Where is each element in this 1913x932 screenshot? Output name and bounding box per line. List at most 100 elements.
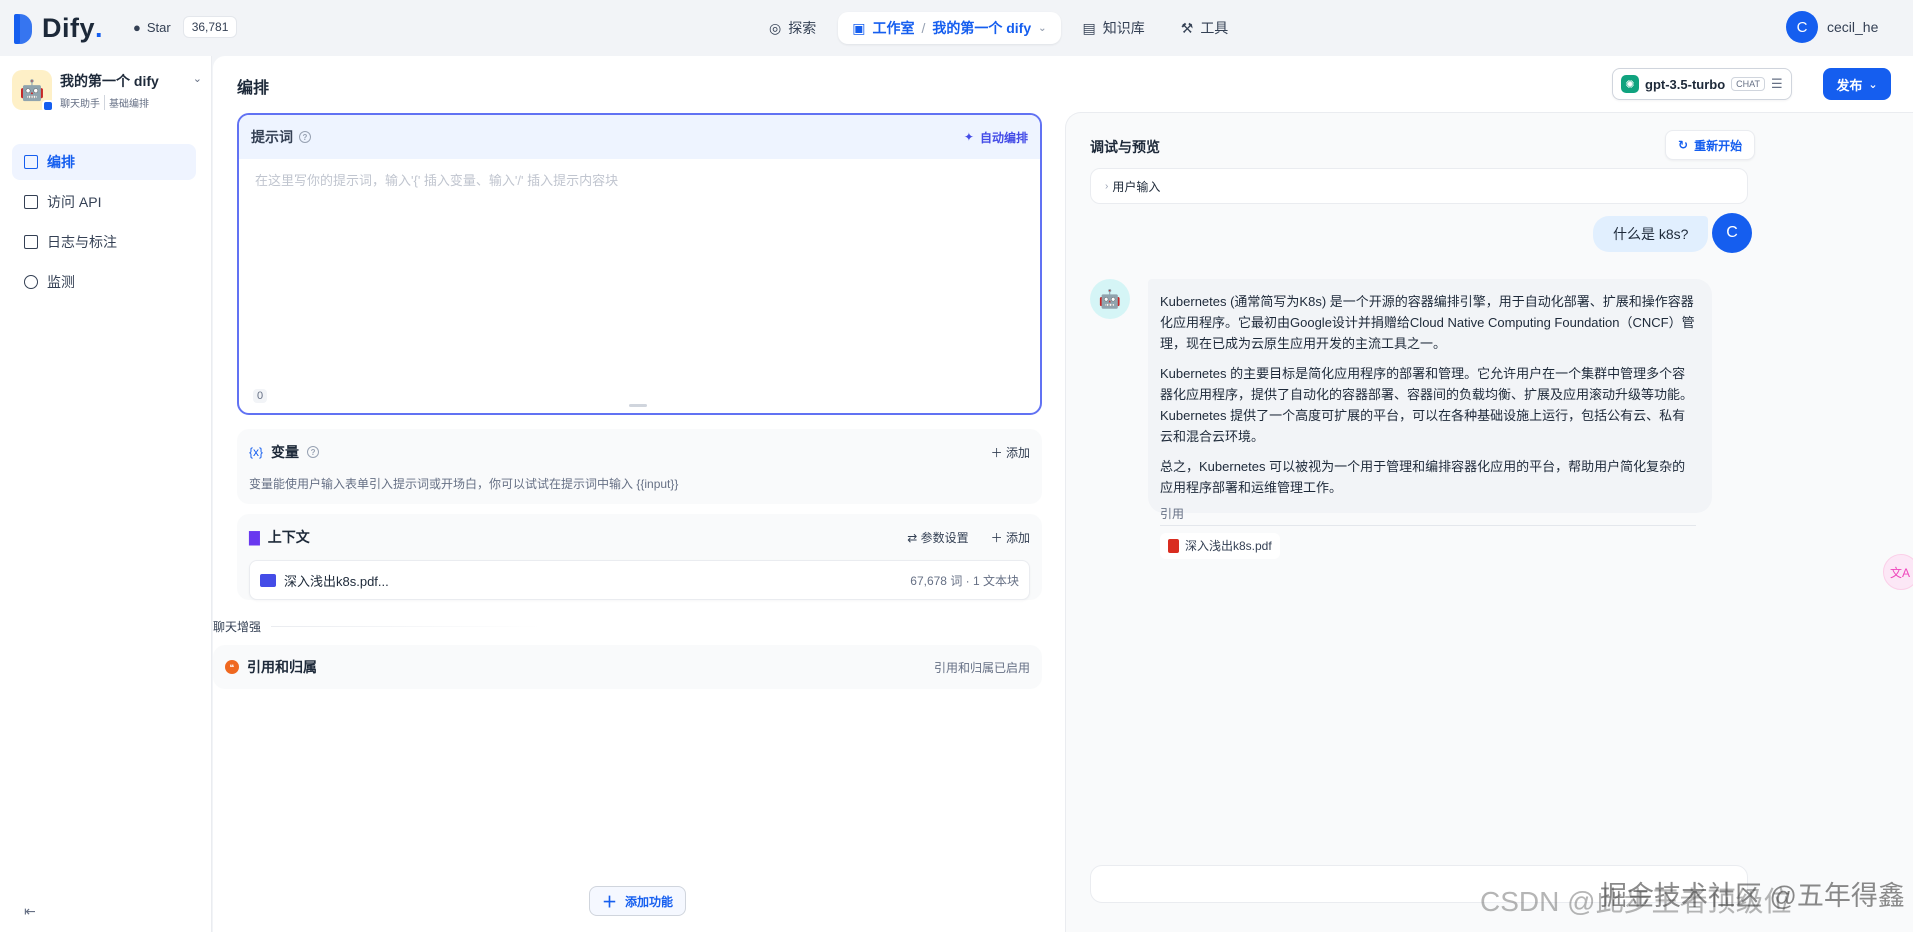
resize-handle[interactable] [629, 404, 647, 407]
compass-icon: ◎ [769, 19, 782, 36]
citation-title: 引用和归属 [247, 659, 317, 675]
terminal-icon [24, 195, 38, 209]
dataset-name: 深入浅出k8s.pdf... [284, 573, 389, 589]
help-icon[interactable]: ? [299, 131, 311, 143]
pdf-icon [1168, 539, 1179, 553]
chevron-down-icon[interactable]: ⌄ [193, 72, 202, 85]
citation-status: 引用和归属已启用 [933, 660, 1030, 675]
publish-button[interactable]: 发布 ⌄ [1823, 68, 1891, 100]
variables-card: {x} 变量 ? ＋ 添加 变量能使用户输入表单引入提示词或开场白，你可以试试在… [237, 429, 1042, 504]
app-sidebar: 🤖 我的第一个 dify 聊天助手 基础编排 ⌄ 编排 访问 API 日志与标注… [0, 56, 212, 932]
app-breadcrumb[interactable]: 我的第一个 dify [932, 18, 1031, 38]
quote-icon: ❝ [225, 660, 239, 674]
answer-paragraph: 总之，Kubernetes 可以被视为一个用于管理和编排容器化应用的平台，帮助用… [1160, 459, 1686, 495]
watermark: CSDN @此步王者顶级位 掘金技术社区 @五年得鑫 [1480, 881, 1905, 917]
dify-logo-mark [14, 13, 36, 44]
context-title: 上下文 [267, 529, 310, 545]
sidebar-menu: 编排 访问 API 日志与标注 监测 [12, 144, 196, 304]
translate-float-icon[interactable]: 文A [1883, 554, 1913, 590]
variables-description: 变量能使用户输入表单引入提示词或开场白，你可以试试在提示词中输入 {{input… [249, 477, 679, 491]
user-avatar[interactable]: C [1786, 11, 1818, 43]
prompt-header: 提示词 ? ✦ 自动编排 [239, 115, 1040, 159]
github-star[interactable]: ● Star 36,781 [133, 16, 238, 38]
user-question-bubble: 什么是 k8s? [1593, 216, 1709, 252]
top-bar: Dify. ● Star 36,781 ◎ 探索 ▣ 工作室 / 我的第一个 d… [0, 0, 1913, 56]
context-dataset-item[interactable]: 深入浅出k8s.pdf... 67,678 词 · 1 文本块 [249, 560, 1030, 600]
app-tag-mode: 聊天助手 [60, 98, 100, 110]
app-tags: 聊天助手 基础编排 [60, 94, 185, 110]
model-mode-badge: CHAT [1731, 77, 1765, 91]
file-list-icon [24, 235, 38, 249]
debug-title: 调试与预览 [1090, 139, 1160, 155]
debug-preview-panel: 调试与预览 ↻ 重新开始 › 用户输入 什么是 k8s? C 🤖 Kuberne… [1065, 112, 1913, 932]
github-star-label: Star [146, 19, 171, 35]
hammer-icon: ⚒ [1180, 19, 1194, 36]
nav-studio[interactable]: ▣ 工作室 / 我的第一个 dify ⌄ [838, 12, 1061, 44]
book-icon: ▤ [1082, 19, 1096, 36]
main-nav: ◎ 探索 ▣ 工作室 / 我的第一个 dify ⌄ ▤ 知识库 ⚒ 工具 [755, 12, 1242, 44]
answer-paragraph: Kubernetes 的主要目标是简化应用程序的部署和管理。它允许用户在一个集群… [1160, 366, 1694, 444]
app-header[interactable]: 🤖 我的第一个 dify 聊天助手 基础编排 ⌄ [12, 70, 202, 112]
app-tag-type: 基础编排 [104, 94, 149, 110]
chat-enhance-label: 聊天增强 [213, 618, 1042, 635]
chevron-down-icon: ⌄ [1868, 78, 1878, 91]
citation-heading: 引用 [1160, 505, 1696, 526]
prompt-char-count: 0 [253, 389, 268, 403]
user-menu[interactable]: C cecil_he [1786, 11, 1878, 43]
prompt-editor[interactable]: 提示词 ? ✦ 自动编排 在这里写你的提示词，输入'{' 插入变量、输入'/' … [237, 113, 1042, 415]
sparkle-icon: ✦ [963, 130, 974, 144]
add-feature-button[interactable]: ＋ 添加功能 [589, 886, 687, 916]
prompt-title: 提示词 [251, 129, 293, 145]
model-name: gpt-3.5-turbo [1645, 76, 1726, 92]
model-selector-button[interactable]: ✺ gpt-3.5-turbo CHAT ☰ [1612, 68, 1792, 100]
nav-knowledge[interactable]: ▤ 知识库 [1069, 12, 1159, 44]
plus-icon: ＋ [602, 893, 618, 911]
add-context-button[interactable]: ＋ 添加 [991, 529, 1030, 546]
nav-tools[interactable]: ⚒ 工具 [1167, 12, 1243, 44]
breadcrumb-separator: / [921, 20, 926, 36]
app-name: 我的第一个 dify [60, 72, 159, 89]
params-settings-button[interactable]: ⇄ 参数设置 [907, 529, 968, 546]
citation-file-chip[interactable]: 深入浅出k8s.pdf [1160, 533, 1280, 559]
chevron-right-icon: › [1105, 180, 1109, 192]
bot-avatar: 🤖 [1090, 279, 1130, 319]
logo-text: Dify. [42, 13, 104, 43]
variables-title: 变量 [271, 444, 300, 460]
prompt-input[interactable]: 在这里写你的提示词，输入'{' 插入变量、输入'/' 插入提示内容块 [255, 170, 618, 189]
restart-button[interactable]: ↻ 重新开始 [1665, 130, 1756, 160]
help-icon[interactable]: ? [307, 446, 320, 458]
github-icon: ● [133, 19, 141, 35]
config-column: 提示词 ? ✦ 自动编排 在这里写你的提示词，输入'{' 插入变量、输入'/' … [213, 113, 1042, 689]
page-title: 编排 [237, 80, 270, 97]
openai-icon: ✺ [1621, 75, 1639, 93]
collapse-sidebar-icon[interactable]: ⇤ [24, 903, 36, 920]
citation-feature-card[interactable]: ❝ 引用和归属 引用和归属已启用 [213, 645, 1042, 689]
layout-icon [24, 155, 38, 169]
chevron-down-icon[interactable]: ⌄ [1038, 23, 1046, 34]
nav-explore[interactable]: ◎ 探索 [755, 12, 830, 44]
variable-icon: {x} [249, 445, 264, 459]
auto-orchestrate-button[interactable]: ✦ 自动编排 [964, 129, 1028, 146]
context-card: ▇ 上下文 ⇄ 参数设置 ＋ 添加 深入浅出k8s.pdf... 67,678 … [237, 514, 1042, 600]
sidebar-item-monitor[interactable]: 监测 [12, 264, 196, 300]
sliders-icon[interactable]: ☰ [1771, 76, 1783, 92]
add-variable-button[interactable]: ＋ 添加 [991, 444, 1030, 461]
sidebar-item-logs[interactable]: 日志与标注 [12, 224, 196, 260]
app-icon: 🤖 [12, 70, 54, 112]
user-input-toggle[interactable]: › 用户输入 [1090, 168, 1748, 204]
sidebar-item-api[interactable]: 访问 API [12, 184, 196, 220]
main-area: 编排 ✺ gpt-3.5-turbo CHAT ☰ 发布 ⌄ 提示词 ? ✦ 自… [213, 56, 1913, 932]
bot-answer-bubble: Kubernetes (通常简写为K8s) 是一个开源的容器编排引擎，用于自动化… [1148, 279, 1712, 559]
dify-logo[interactable]: Dify. [14, 13, 103, 44]
chat-badge-icon [42, 100, 54, 112]
robot-icon: ▣ [852, 19, 866, 36]
user-name: cecil_he [1827, 19, 1879, 35]
sidebar-item-orchestrate[interactable]: 编排 [12, 144, 196, 180]
folder-icon [260, 573, 276, 587]
dashboard-icon [24, 275, 38, 289]
refresh-icon: ↻ [1678, 138, 1689, 152]
github-star-count: 36,781 [182, 16, 238, 38]
user-avatar: C [1712, 213, 1752, 253]
answer-paragraph: Kubernetes (通常简写为K8s) 是一个开源的容器编排引擎，用于自动化… [1160, 294, 1695, 351]
dataset-meta: 67,678 词 · 1 文本块 [910, 573, 1019, 588]
